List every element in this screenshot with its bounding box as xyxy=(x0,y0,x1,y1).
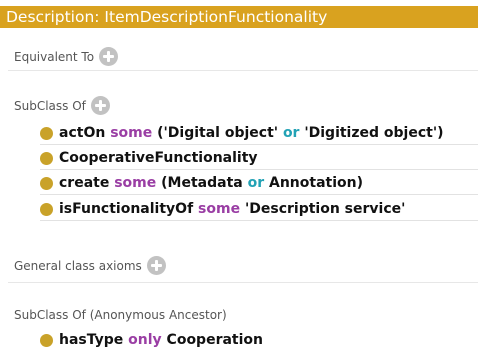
section-title-subclass-of-anonymous: SubClass Of (Anonymous Ancestor) xyxy=(14,308,227,322)
axiom-keyword: some xyxy=(110,125,153,141)
add-equivalent-to-button[interactable] xyxy=(99,47,119,66)
panel-header: Description: ItemDescriptionFunctionalit… xyxy=(0,6,478,28)
axiom-text: actOn xyxy=(59,125,111,141)
axiom-row[interactable]: isFunctionalityOf some 'Description serv… xyxy=(40,198,478,221)
description-panel: Description: ItemDescriptionFunctionalit… xyxy=(0,0,478,351)
axiom-text: CooperativeFunctionality xyxy=(59,150,258,166)
class-dot-icon xyxy=(40,126,53,140)
axiom-row[interactable]: actOn some ('Digital object' or 'Digitiz… xyxy=(40,122,478,145)
axiom-text: Annotation) xyxy=(264,175,363,191)
axiom-text: (Metadata xyxy=(156,175,248,191)
section-subclass-of-anonymous: SubClass Of (Anonymous Ancestor) xyxy=(14,308,227,322)
axiom-keyword: or xyxy=(247,175,265,191)
section-equivalent-to: Equivalent To xyxy=(14,47,119,66)
axiom-keyword: or xyxy=(282,125,300,141)
add-general-class-axiom-button[interactable] xyxy=(146,256,166,275)
axiom-text: ('Digital object' xyxy=(152,125,283,141)
axiom-row[interactable]: create some (Metadata or Annotation) xyxy=(40,172,478,195)
class-dot-icon xyxy=(40,151,53,165)
axiom-text: Cooperation xyxy=(161,332,264,348)
axiom-text: isFunctionalityOf xyxy=(59,201,199,217)
axiom-row[interactable]: hasType only Cooperation xyxy=(40,329,478,351)
section-title-general-class-axioms: General class axioms xyxy=(14,258,142,273)
section-subclass-of: SubClass Of xyxy=(14,96,110,115)
section-title-subclass-of: SubClass Of xyxy=(14,98,86,113)
axiom-keyword: some xyxy=(114,175,157,191)
class-dot-icon xyxy=(40,202,53,216)
add-subclass-of-button[interactable] xyxy=(90,96,110,115)
axiom-text: 'Digitized object') xyxy=(299,125,444,141)
axiom-text: 'Description service' xyxy=(240,201,406,217)
axiom-row[interactable]: CooperativeFunctionality xyxy=(40,147,478,170)
section-divider xyxy=(8,282,478,283)
panel-title: Description: ItemDescriptionFunctionalit… xyxy=(6,8,328,26)
axiom-text: hasType xyxy=(59,332,129,348)
section-title-equivalent-to: Equivalent To xyxy=(14,49,95,64)
axiom-keyword: only xyxy=(128,332,162,348)
section-divider xyxy=(8,70,478,71)
class-dot-icon xyxy=(40,333,53,347)
axiom-keyword: some xyxy=(198,201,241,217)
axiom-text: create xyxy=(59,175,115,191)
class-dot-icon xyxy=(40,176,53,190)
section-general-class-axioms: General class axioms xyxy=(14,256,166,275)
